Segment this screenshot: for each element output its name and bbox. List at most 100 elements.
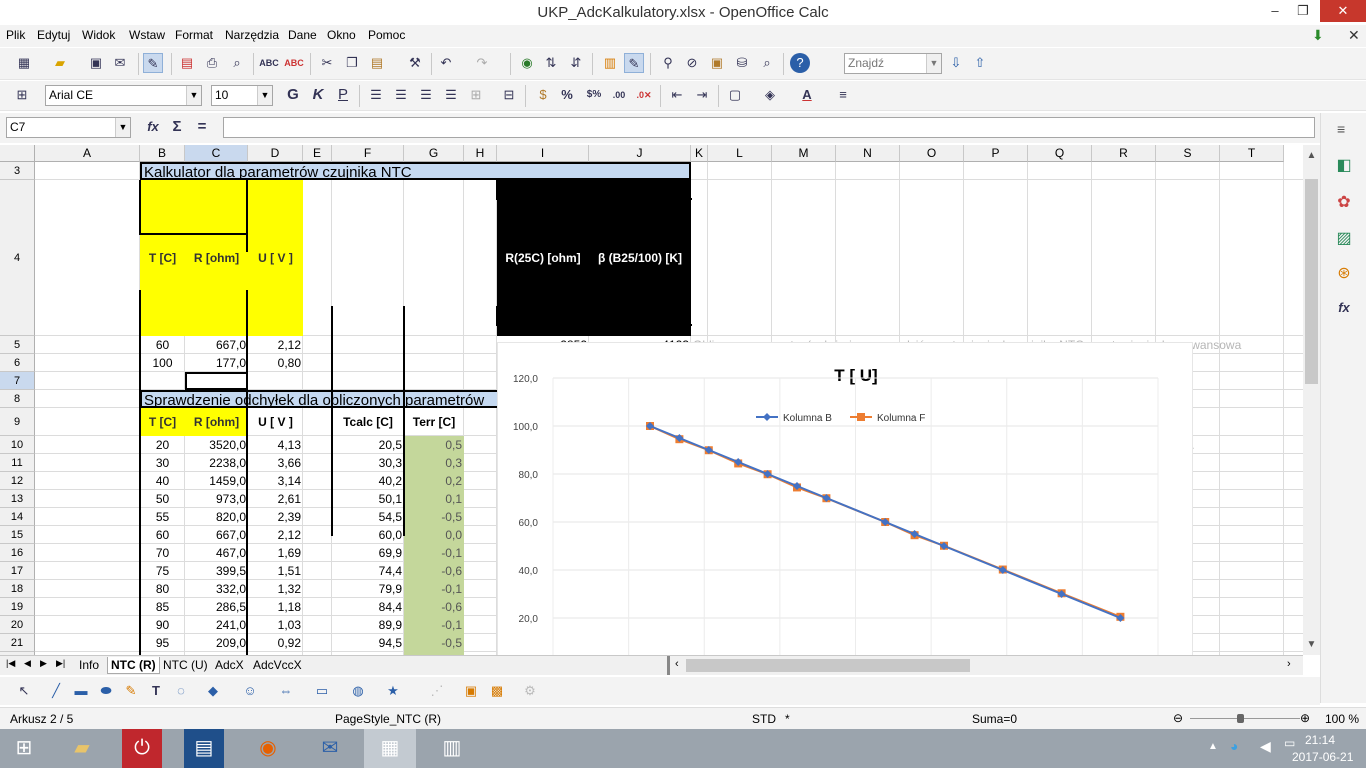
- column-header[interactable]: F: [332, 145, 404, 162]
- edit-mode-icon[interactable]: ✎: [143, 53, 163, 73]
- undo-icon[interactable]: ↶: [436, 53, 456, 73]
- data-cell[interactable]: 667,0: [185, 526, 248, 544]
- close-document-icon[interactable]: ✕: [1348, 27, 1360, 44]
- select-all-corner[interactable]: [0, 145, 35, 162]
- column-header[interactable]: Q: [1028, 145, 1092, 162]
- volume-icon[interactable]: ◀: [1260, 738, 1271, 755]
- data-cell[interactable]: 3,66: [248, 454, 303, 472]
- font-size-combo[interactable]: 10 ▼: [211, 85, 273, 106]
- symbol-shapes-icon[interactable]: ☺: [240, 681, 260, 701]
- data-cell[interactable]: 4,13: [248, 436, 303, 454]
- data-cell[interactable]: 50: [140, 490, 185, 508]
- data-cell[interactable]: 286,5: [185, 598, 248, 616]
- find-previous-icon[interactable]: ⇧: [970, 53, 990, 73]
- data-cell[interactable]: 820,0: [185, 508, 248, 526]
- menu-edytuj[interactable]: Edytuj: [37, 28, 70, 42]
- data-cell[interactable]: 0,92: [248, 634, 303, 652]
- table-header[interactable]: Terr [C]: [404, 408, 464, 436]
- print-preview-icon[interactable]: ⌕: [227, 53, 247, 73]
- formula-icon[interactable]: =: [192, 117, 212, 137]
- row-header[interactable]: 9: [0, 408, 35, 436]
- data-cell[interactable]: 1,03: [248, 616, 303, 634]
- flowchart-icon[interactable]: ▭: [312, 681, 332, 701]
- ellipse-tool-icon[interactable]: ⬬: [96, 681, 116, 701]
- data-cell[interactable]: 60,0: [332, 526, 404, 544]
- data-cell[interactable]: 209,0: [185, 634, 248, 652]
- network-icon[interactable]: ◕: [1230, 738, 1238, 754]
- navigator-icon[interactable]: ⊘: [682, 53, 702, 73]
- vertical-scrollbar[interactable]: ▲ ▼: [1303, 145, 1320, 655]
- row-header[interactable]: 20: [0, 616, 35, 634]
- column-header[interactable]: N: [836, 145, 900, 162]
- from-file-icon[interactable]: ▩: [487, 681, 507, 701]
- menu-wstaw[interactable]: Wstaw: [129, 28, 165, 42]
- data-cell[interactable]: 84,4: [332, 598, 404, 616]
- sidebar-menu-icon[interactable]: ≡: [1337, 121, 1345, 137]
- data-cell[interactable]: 94,5: [332, 634, 404, 652]
- hyperlink-icon[interactable]: ◉: [517, 53, 537, 73]
- data-cell[interactable]: 1,18: [248, 598, 303, 616]
- data-cell[interactable]: 0,5: [404, 436, 464, 454]
- gallery-sidebar-icon[interactable]: ▨: [1334, 229, 1354, 249]
- show-draw-functions-icon[interactable]: ✎: [624, 53, 644, 73]
- column-header[interactable]: L: [708, 145, 772, 162]
- menu-widok[interactable]: Widok: [82, 28, 115, 42]
- chevron-down-icon[interactable]: ▼: [926, 54, 941, 73]
- data-cell[interactable]: 1,69: [248, 544, 303, 562]
- column-header[interactable]: R: [1092, 145, 1156, 162]
- redo-icon[interactable]: ↷: [472, 53, 492, 73]
- gallery-icon[interactable]: ▣: [707, 53, 727, 73]
- help-icon[interactable]: ?: [790, 53, 810, 73]
- wrap-text-icon[interactable]: ⊟: [499, 85, 519, 105]
- paste-icon[interactable]: ▤: [367, 53, 387, 73]
- data-cell[interactable]: 1,51: [248, 562, 303, 580]
- menu-narzedzia[interactable]: Narzędzia: [225, 28, 279, 42]
- column-header[interactable]: B: [140, 145, 185, 162]
- find-next-icon[interactable]: ⇩: [946, 53, 966, 73]
- fontwork-icon[interactable]: ▣: [461, 681, 481, 701]
- tab-adcx[interactable]: AdcX: [212, 657, 247, 674]
- data-cell[interactable]: 40: [140, 472, 185, 490]
- column-header[interactable]: M: [772, 145, 836, 162]
- data-cell[interactable]: 467,0: [185, 544, 248, 562]
- data-cell[interactable]: 55: [140, 508, 185, 526]
- chevron-down-icon[interactable]: ▼: [257, 86, 272, 105]
- data-cell[interactable]: 2,61: [248, 490, 303, 508]
- thunderbird-icon[interactable]: ✉: [306, 729, 354, 768]
- find-input[interactable]: Znajdź ▼: [844, 53, 942, 74]
- data-cell[interactable]: -0,6: [404, 562, 464, 580]
- table-header[interactable]: T [C]: [140, 180, 185, 336]
- align-left-icon[interactable]: ☰: [366, 85, 386, 105]
- italic-icon[interactable]: K: [308, 85, 328, 105]
- column-header[interactable]: G: [404, 145, 464, 162]
- data-cell[interactable]: 54,5: [332, 508, 404, 526]
- tray-flag-icon[interactable]: ▭: [1284, 736, 1295, 750]
- data-cell[interactable]: 973,0: [185, 490, 248, 508]
- scroll-down-arrow[interactable]: ▼: [1305, 639, 1318, 653]
- selected-cell-cursor[interactable]: [185, 372, 248, 390]
- zoom-in-icon[interactable]: ⊕: [1300, 711, 1310, 725]
- spellcheck-icon[interactable]: ABC: [259, 53, 279, 73]
- clock-date[interactable]: 2017-06-21: [1292, 750, 1353, 764]
- data-cell[interactable]: 89,9: [332, 616, 404, 634]
- data-cell[interactable]: 2,39: [248, 508, 303, 526]
- zoom-slider[interactable]: [1190, 718, 1300, 719]
- data-cell[interactable]: 2238,0: [185, 454, 248, 472]
- data-cell[interactable]: 399,5: [185, 562, 248, 580]
- openoffice-calc-icon[interactable]: ▦: [364, 729, 416, 768]
- column-header[interactable]: O: [900, 145, 964, 162]
- calculator-icon[interactable]: ▥: [428, 729, 476, 768]
- clock-time[interactable]: 21:14: [1305, 733, 1335, 747]
- input-cell[interactable]: 667,0: [185, 336, 248, 354]
- update-icon[interactable]: ⬇: [1312, 27, 1324, 44]
- data-cell[interactable]: 50,1: [332, 490, 404, 508]
- table-header[interactable]: Tcalc [C]: [332, 408, 404, 436]
- row-header[interactable]: 16: [0, 544, 35, 562]
- chevron-down-icon[interactable]: ▼: [186, 86, 201, 105]
- export-pdf-icon[interactable]: ▤: [177, 53, 197, 73]
- result-header[interactable]: R(25C) [ohm]: [497, 180, 589, 336]
- bold-icon[interactable]: G: [283, 85, 303, 105]
- data-cell[interactable]: -0,1: [404, 616, 464, 634]
- sort-descending-icon[interactable]: ⇵: [566, 53, 586, 73]
- data-cell[interactable]: 20: [140, 436, 185, 454]
